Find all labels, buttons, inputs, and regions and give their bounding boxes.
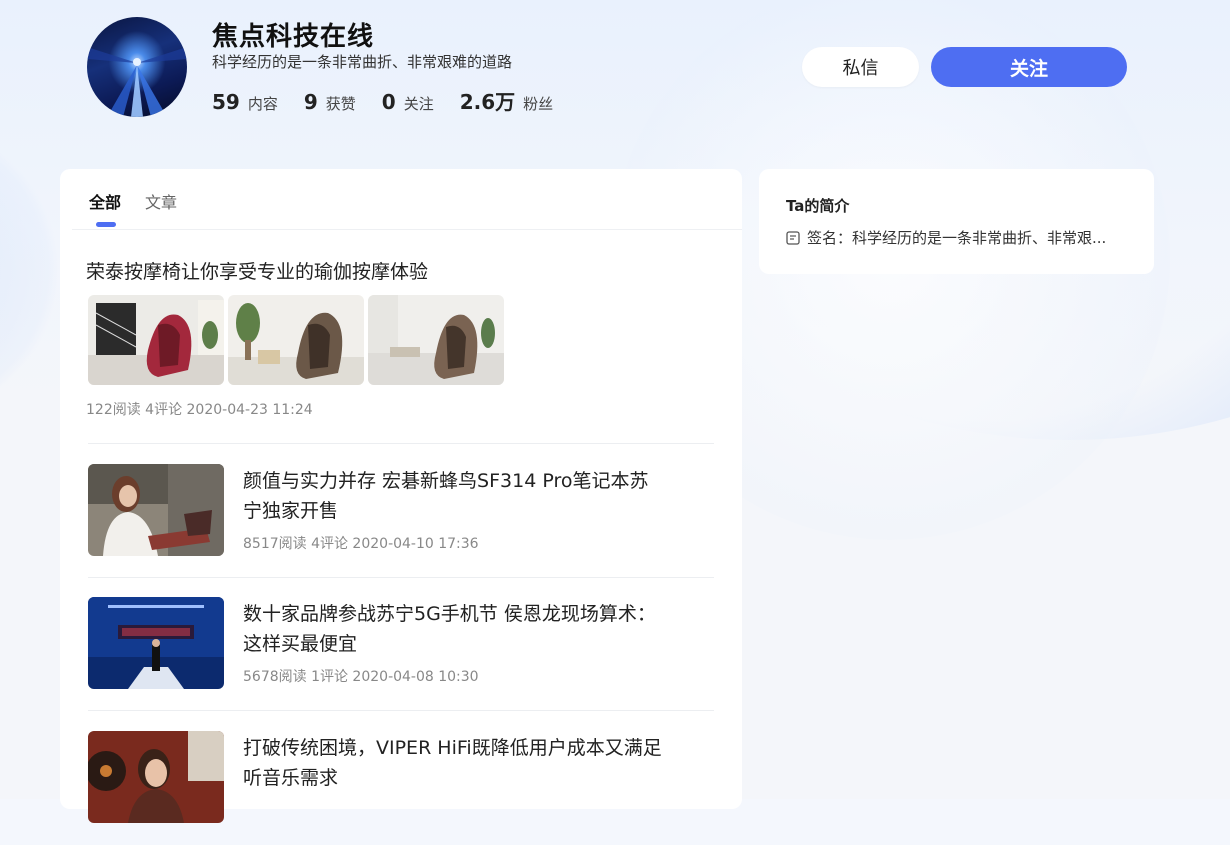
profile-stats: 59 内容 9 获赞 0 关注 2.6万 粉丝 — [212, 86, 579, 115]
feed-item-title[interactable]: 荣泰按摩椅让你享受专业的瑜伽按摩体验 — [86, 257, 428, 284]
tab-bar: 全部 文章 — [60, 169, 742, 230]
profile-intro-card: Ta的简介 签名：科学经历的是一条非常曲折、非常艰... — [759, 169, 1154, 274]
intro-heading: Ta的简介 — [786, 197, 850, 215]
massage-chair-image[interactable] — [368, 295, 504, 385]
active-tab-indicator — [96, 222, 116, 227]
intro-signature: 签名：科学经历的是一条非常曲折、非常艰... — [786, 227, 1126, 248]
stat-number: 0 — [381, 90, 396, 114]
feed-item-title[interactable]: 数十家品牌参战苏宁5G手机节 侯恩龙现场算术：这样买最便宜 — [243, 599, 663, 659]
divider — [72, 229, 742, 230]
stat-content[interactable]: 59 内容 — [212, 90, 278, 114]
document-icon — [786, 230, 800, 245]
feed-item-meta: 122阅读 4评论 2020-04-23 11:24 — [86, 402, 313, 418]
avatar[interactable] — [87, 17, 187, 117]
profile-signature: 科学经历的是一条非常曲折、非常艰难的道路 — [212, 53, 513, 71]
follow-button[interactable]: 关注 — [931, 47, 1127, 87]
stat-label: 粉丝 — [523, 95, 554, 113]
feed-item[interactable]: 颜值与实力并存 宏碁新蜂鸟SF314 Pro笔记本苏宁独家开售 8517阅读 4… — [88, 444, 714, 578]
laptop-promo-image[interactable] — [88, 464, 224, 556]
feed-item-title[interactable]: 颜值与实力并存 宏碁新蜂鸟SF314 Pro笔记本苏宁独家开售 — [243, 466, 663, 526]
stat-label: 内容 — [247, 95, 278, 113]
stat-label: 关注 — [403, 95, 434, 113]
massage-chair-image[interactable] — [88, 295, 224, 385]
feed-item-images[interactable] — [88, 295, 508, 385]
content-feed-card: 全部 文章 荣泰按摩椅让你享受专业的瑜伽按摩体验 122阅读 4评论 2020-… — [60, 169, 742, 823]
intro-signature-text: 签名：科学经历的是一条非常曲折、非常艰... — [807, 229, 1107, 247]
stat-label: 获赞 — [325, 95, 356, 113]
stat-likes: 9 获赞 — [304, 90, 356, 114]
massage-chair-image[interactable] — [228, 295, 364, 385]
tab-all[interactable]: 全部 — [89, 189, 121, 213]
event-stage-image[interactable] — [88, 597, 224, 689]
feed-item[interactable]: 打破传统困境，VIPER HiFi既降低用户成本又满足听音乐需求 — [88, 711, 714, 845]
stat-fans[interactable]: 2.6万 粉丝 — [460, 86, 553, 115]
stat-number: 2.6万 — [459, 90, 516, 114]
feed-item[interactable]: 数十家品牌参战苏宁5G手机节 侯恩龙现场算术：这样买最便宜 5678阅读 1评论… — [88, 577, 714, 711]
feed-item-title[interactable]: 打破传统困境，VIPER HiFi既降低用户成本又满足听音乐需求 — [243, 733, 663, 793]
stat-following[interactable]: 0 关注 — [382, 90, 434, 114]
message-button[interactable]: 私信 — [802, 47, 919, 87]
headphone-promo-image[interactable] — [88, 731, 224, 823]
stat-number: 59 — [212, 90, 240, 114]
feed-item-meta: 5678阅读 1评论 2020-04-08 10:30 — [243, 669, 479, 685]
tab-articles[interactable]: 文章 — [145, 189, 177, 213]
profile-name: 焦点科技在线 — [212, 22, 375, 52]
feed-item-meta: 8517阅读 4评论 2020-04-10 17:36 — [243, 536, 479, 552]
stat-number: 9 — [303, 90, 318, 114]
